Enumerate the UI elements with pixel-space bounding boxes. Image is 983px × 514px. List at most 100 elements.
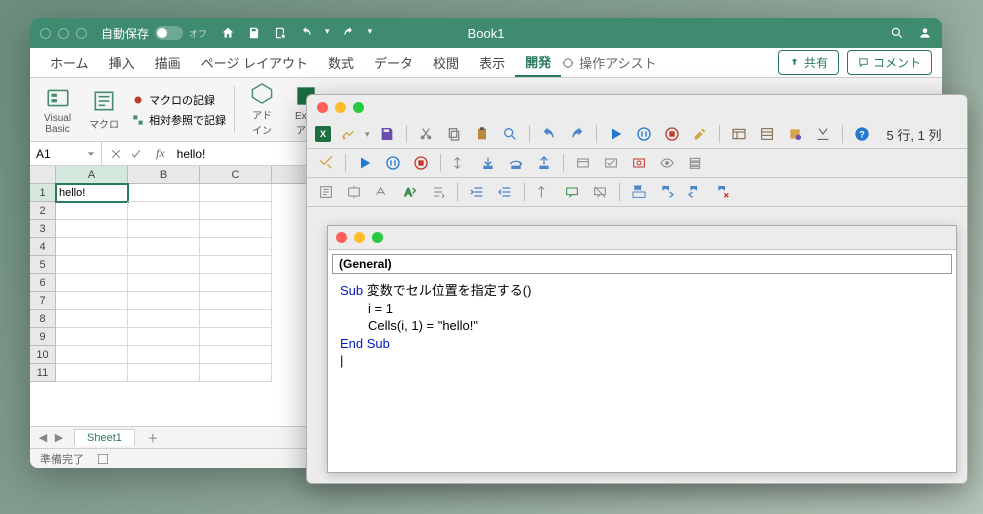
macro-button[interactable]: マクロ [83, 82, 125, 137]
excel-app-icon[interactable]: X [315, 126, 331, 142]
sheet-nav-prev[interactable]: ◀ [36, 431, 50, 444]
comment-block-icon[interactable] [561, 181, 583, 203]
cell[interactable] [56, 220, 128, 238]
pause-icon[interactable] [633, 123, 655, 145]
prev-bookmark-icon[interactable] [684, 181, 706, 203]
visual-basic-button[interactable]: Visual Basic [38, 82, 77, 137]
autosave-toggle[interactable]: 自動保存 オフ [101, 25, 207, 42]
col-header[interactable]: C [200, 166, 272, 183]
row-header[interactable]: 10 [30, 346, 56, 364]
row-header[interactable]: 9 [30, 328, 56, 346]
cell[interactable] [128, 364, 200, 382]
cell[interactable] [200, 256, 272, 274]
breakpoint-icon[interactable] [449, 152, 471, 174]
row-header[interactable]: 5 [30, 256, 56, 274]
enter-icon[interactable] [130, 148, 142, 160]
row-header[interactable]: 11 [30, 364, 56, 382]
cell[interactable] [200, 364, 272, 382]
stop-icon[interactable] [661, 123, 683, 145]
cell[interactable] [128, 346, 200, 364]
cell[interactable] [56, 256, 128, 274]
cell[interactable] [128, 328, 200, 346]
complete-word-icon[interactable] [427, 181, 449, 203]
tools-dropdown[interactable]: ▾ [365, 129, 370, 140]
list-constants-icon[interactable] [343, 181, 365, 203]
cell[interactable] [200, 346, 272, 364]
project-explorer-icon[interactable] [728, 123, 750, 145]
cell[interactable] [128, 256, 200, 274]
cell-a1[interactable]: hello! [56, 184, 128, 202]
col-header[interactable]: B [128, 166, 200, 183]
sheet-tab[interactable]: Sheet1 [74, 429, 135, 446]
minimize-dot[interactable] [58, 28, 69, 39]
relative-ref-button[interactable]: 相対参照で記録 [131, 112, 226, 128]
accessibility-icon[interactable] [96, 452, 110, 466]
row-header[interactable]: 7 [30, 292, 56, 310]
cell[interactable] [56, 274, 128, 292]
toggle-bookmark-icon[interactable] [628, 181, 650, 203]
cell[interactable] [56, 292, 128, 310]
cell[interactable] [128, 310, 200, 328]
save-icon[interactable] [376, 123, 398, 145]
watch-icon[interactable] [628, 152, 650, 174]
copy-icon[interactable] [443, 123, 465, 145]
cell[interactable] [128, 184, 200, 202]
immediate-icon[interactable] [600, 152, 622, 174]
tell-me[interactable]: 操作アシスト [561, 53, 656, 72]
sheet-nav-next[interactable]: ▶ [52, 431, 66, 444]
cell[interactable] [128, 238, 200, 256]
cell[interactable] [128, 274, 200, 292]
add-sheet-button[interactable]: ＋ [143, 430, 163, 446]
stop-icon[interactable] [410, 152, 432, 174]
redo-icon[interactable] [342, 26, 356, 40]
design-mode-icon[interactable] [689, 123, 711, 145]
cell[interactable] [200, 238, 272, 256]
cut-icon[interactable] [415, 123, 437, 145]
step-over-icon[interactable] [505, 152, 527, 174]
close-dot[interactable] [40, 28, 51, 39]
run-icon[interactable] [354, 152, 376, 174]
cell[interactable] [200, 184, 272, 202]
row-header[interactable]: 8 [30, 310, 56, 328]
cell[interactable] [56, 364, 128, 382]
col-header[interactable]: A [56, 166, 128, 183]
cell[interactable] [56, 310, 128, 328]
row-header[interactable]: 6 [30, 274, 56, 292]
tab-formulas[interactable]: 数式 [318, 48, 364, 77]
code-window-controls[interactable] [328, 226, 956, 250]
step-into-icon[interactable] [477, 152, 499, 174]
cell[interactable] [200, 274, 272, 292]
clear-bookmarks-icon[interactable] [712, 181, 734, 203]
redo-icon[interactable] [566, 123, 588, 145]
tab-review[interactable]: 校閲 [423, 48, 469, 77]
cancel-icon[interactable] [110, 148, 122, 160]
save-edit-icon[interactable] [273, 26, 287, 40]
quick-info-icon[interactable] [371, 181, 393, 203]
minimize-dot[interactable] [335, 102, 346, 113]
undo-icon[interactable] [538, 123, 560, 145]
outdent-icon[interactable] [494, 181, 516, 203]
undo-icon[interactable] [299, 26, 313, 40]
parameter-info-icon[interactable]: A [399, 181, 421, 203]
paste-icon[interactable] [471, 123, 493, 145]
autosave-switch[interactable] [155, 26, 183, 40]
fx-icon[interactable]: fx [156, 146, 165, 161]
indent-icon[interactable] [466, 181, 488, 203]
cell[interactable] [128, 220, 200, 238]
toggle-icon[interactable] [315, 152, 337, 174]
run-icon[interactable] [605, 123, 627, 145]
cell[interactable] [56, 346, 128, 364]
cell[interactable] [200, 328, 272, 346]
home-icon[interactable] [221, 26, 235, 40]
find-icon[interactable] [499, 123, 521, 145]
pause-icon[interactable] [382, 152, 404, 174]
cell[interactable] [128, 202, 200, 220]
locals-icon[interactable] [572, 152, 594, 174]
zoom-dot[interactable] [372, 232, 383, 243]
name-box[interactable]: A1 [30, 142, 102, 165]
toolbox-icon[interactable] [812, 123, 834, 145]
tab-insert[interactable]: 挿入 [99, 48, 145, 77]
cell[interactable] [200, 310, 272, 328]
save-icon[interactable] [247, 26, 261, 40]
cell[interactable] [128, 292, 200, 310]
